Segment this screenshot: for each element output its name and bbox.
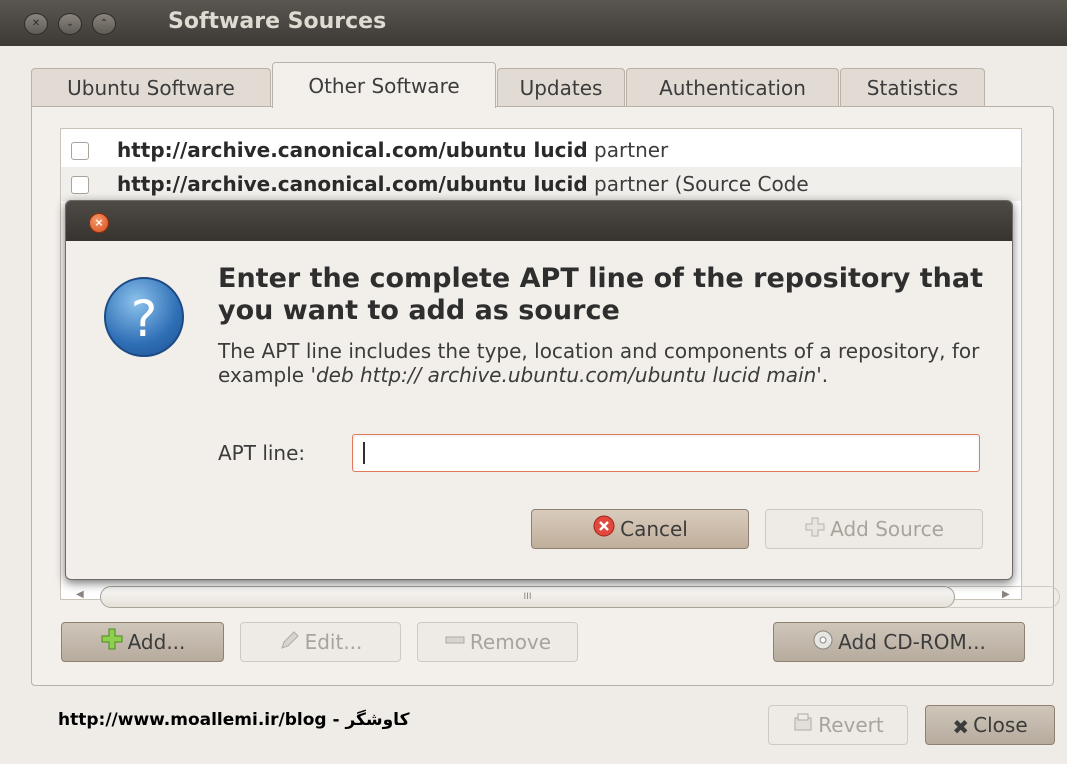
- add-cdrom-button[interactable]: Add CD-ROM...: [773, 622, 1025, 662]
- revert-icon: [792, 708, 814, 746]
- close-button-label: Close: [973, 713, 1028, 737]
- question-icon: ?: [104, 277, 184, 357]
- apt-line-input[interactable]: [352, 434, 980, 472]
- revert-button[interactable]: Revert: [768, 705, 908, 745]
- scroll-right-arrow-icon[interactable]: ▶: [1002, 589, 1010, 600]
- list-item[interactable]: http://archive.canonical.com/ubuntu luci…: [61, 133, 1021, 167]
- tab-authentication[interactable]: Authentication: [626, 68, 839, 106]
- watermark-text: http://www.moallemi.ir/blog - کاوشگر: [58, 710, 410, 730]
- revert-button-label: Revert: [818, 713, 884, 737]
- remove-button-label: Remove: [469, 630, 552, 654]
- add-source-button-label: Add Source: [830, 517, 944, 541]
- scrollbar-grip: III: [523, 592, 532, 602]
- add-button[interactable]: Add...: [61, 622, 224, 662]
- description-suffix: '.: [816, 363, 829, 387]
- add-source-dialog: × ? Enter the complete APT line of the r…: [65, 200, 1013, 580]
- dialog-close-icon[interactable]: ×: [89, 213, 109, 233]
- list-item[interactable]: http://archive.canonical.com/ubuntu luci…: [61, 167, 1021, 201]
- add-cdrom-button-label: Add CD-ROM...: [838, 630, 986, 654]
- edit-button[interactable]: Edit...: [240, 622, 401, 662]
- close-x-icon: ✖: [952, 714, 970, 739]
- source-component: partner (Source Code: [594, 172, 809, 196]
- text-caret: [363, 442, 365, 464]
- source-checkbox[interactable]: [71, 176, 89, 194]
- tab-updates[interactable]: Updates: [497, 68, 625, 106]
- cancel-button-label: Cancel: [620, 517, 688, 541]
- scroll-left-arrow-icon[interactable]: ◀: [76, 589, 84, 600]
- source-url: http://archive.canonical.com/ubuntu luci…: [117, 138, 588, 162]
- edit-button-label: Edit...: [304, 630, 363, 654]
- minus-icon: [444, 625, 466, 663]
- tab-other-software[interactable]: Other Software: [272, 62, 496, 108]
- plus-icon: [804, 512, 826, 550]
- tab-statistics[interactable]: Statistics: [840, 68, 985, 106]
- close-button[interactable]: ✖ Close: [925, 705, 1055, 745]
- source-component: partner: [594, 138, 669, 162]
- window-title: Software Sources: [168, 9, 387, 34]
- tab-ubuntu-software[interactable]: Ubuntu Software: [31, 68, 271, 106]
- add-button-label: Add...: [127, 630, 186, 654]
- cdrom-icon: [812, 625, 834, 663]
- scrollbar-track[interactable]: [940, 586, 1060, 608]
- add-source-button[interactable]: Add Source: [765, 509, 983, 549]
- source-url: http://archive.canonical.com/ubuntu luci…: [117, 172, 588, 196]
- horizontal-scrollbar[interactable]: ◀ III ▶: [70, 586, 1060, 608]
- dialog-description: The APT line includes the type, location…: [218, 339, 1008, 387]
- remove-button[interactable]: Remove: [417, 622, 578, 662]
- window-maximize-button[interactable]: ⌃: [92, 13, 116, 35]
- scrollbar-thumb[interactable]: III: [100, 586, 955, 608]
- window-titlebar: ✕ ⌄ ⌃ Software Sources: [0, 0, 1067, 46]
- window-close-button[interactable]: ✕: [24, 13, 48, 35]
- plus-icon: [100, 625, 124, 663]
- window-minimize-button[interactable]: ⌄: [58, 13, 82, 35]
- apt-line-label: APT line:: [218, 441, 306, 465]
- dialog-titlebar: ×: [66, 201, 1012, 241]
- source-checkbox[interactable]: [71, 142, 89, 160]
- description-example: deb http:// archive.ubuntu.com/ubuntu lu…: [315, 363, 817, 387]
- cancel-button[interactable]: Cancel: [531, 509, 749, 549]
- dialog-heading: Enter the complete APT line of the repos…: [218, 263, 983, 326]
- cancel-icon: [592, 512, 616, 550]
- pencil-icon: [279, 625, 301, 663]
